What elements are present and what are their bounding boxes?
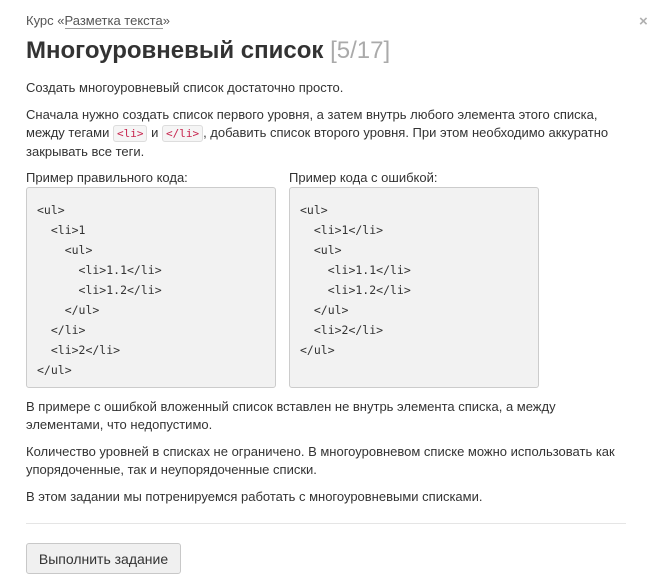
instructions-text: Сначала нужно создать список первого уро… <box>26 106 626 161</box>
wrong-example-caption: Пример кода с ошибкой: <box>289 170 438 185</box>
task-note: В этом задании мы потренируемся работать… <box>26 489 483 504</box>
divider <box>26 523 626 524</box>
tag-li-close: </li> <box>161 125 204 142</box>
lesson-title: Многоуровневый список <box>26 37 324 64</box>
code-line: <ul> <box>37 243 93 257</box>
code-line: <li>1.1</li> <box>37 263 162 277</box>
levels-note: Количество уровней в списках не ограниче… <box>26 444 615 477</box>
code-line: <li>1.2</li> <box>300 283 411 297</box>
error-note: В примере с ошибкой вложенный список вст… <box>26 399 556 432</box>
correct-example-caption: Пример правильного кода: <box>26 170 188 185</box>
code-line: <ul> <box>37 203 65 217</box>
wrong-code-block: <ul> <li>1</li> <ul> <li>1.1</li> <li>1.… <box>289 187 539 388</box>
code-line: <ul> <box>300 203 328 217</box>
intro-text: Создать многоуровневый список достаточно… <box>26 80 344 95</box>
tag-li-open: <li> <box>112 125 148 142</box>
correct-code-block: <ul> <li>1 <ul> <li>1.1</li> <li>1.2</li… <box>26 187 276 388</box>
instructions-and: и <box>147 125 162 140</box>
breadcrumb-suffix: » <box>162 13 170 28</box>
close-icon[interactable]: × <box>639 13 648 31</box>
breadcrumb: Курс «Разметка текста» <box>26 13 170 29</box>
code-line: </ul> <box>300 303 349 317</box>
code-line: <li>1</li> <box>300 223 384 237</box>
code-line: </ul> <box>37 303 100 317</box>
start-task-button[interactable]: Выполнить задание <box>26 543 181 574</box>
course-link[interactable]: Разметка текста <box>64 13 163 29</box>
page-title: Многоуровневый список [5/17] <box>26 36 390 66</box>
code-line: <li>1 <box>37 223 86 237</box>
lesson-progress: [5/17] <box>330 37 391 64</box>
breadcrumb-prefix: Курс « <box>26 13 65 28</box>
code-line: <ul> <box>300 243 342 257</box>
code-line: <li>2</li> <box>300 323 384 337</box>
code-line: </li> <box>37 323 86 337</box>
code-line: <li>1.2</li> <box>37 283 162 297</box>
code-line: <li>2</li> <box>37 343 121 357</box>
code-line: <li>1.1</li> <box>300 263 411 277</box>
code-line: </ul> <box>37 363 72 377</box>
code-line: </ul> <box>300 343 335 357</box>
